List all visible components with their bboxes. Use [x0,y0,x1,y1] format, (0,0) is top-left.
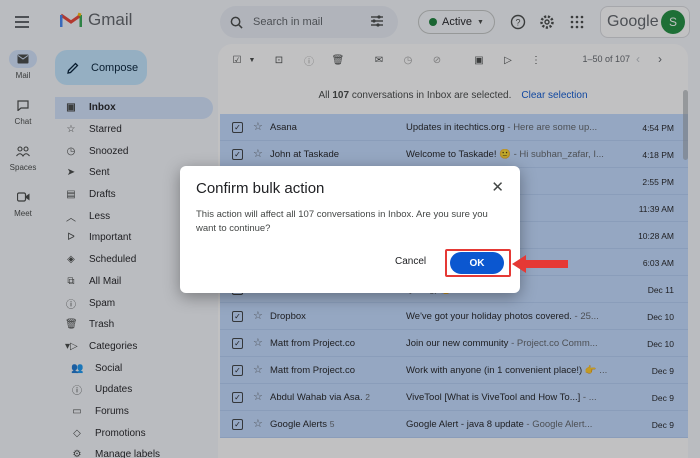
dialog-title: Confirm bulk action [196,180,325,197]
highlight-box [445,249,511,277]
close-icon[interactable]: ✕ [491,180,504,195]
cancel-button[interactable]: Cancel [395,256,426,267]
arrow-pointer-icon [512,255,568,273]
dialog-message: This action will affect all 107 conversa… [196,209,488,234]
